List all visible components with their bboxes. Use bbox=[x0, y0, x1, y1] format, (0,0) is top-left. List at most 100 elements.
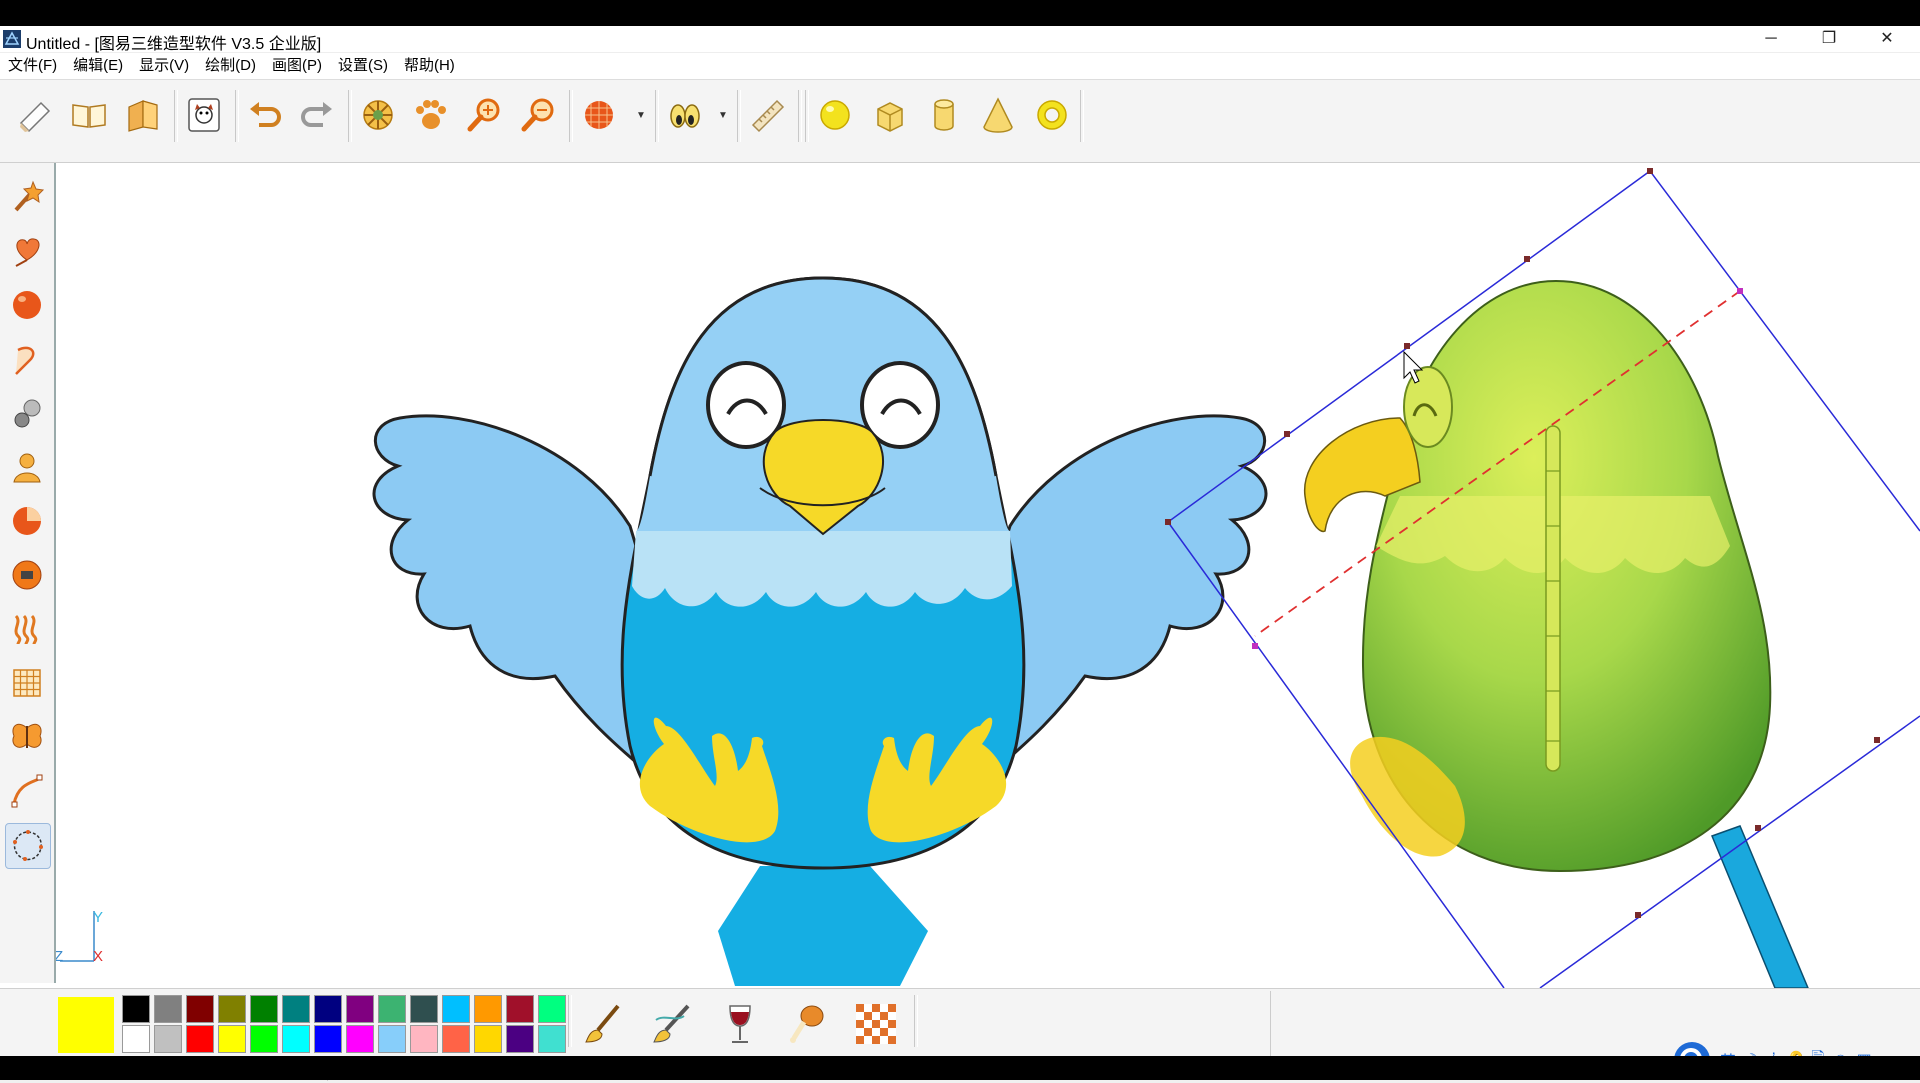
color-swatch[interactable] bbox=[442, 995, 470, 1023]
viewport-canvas[interactable]: Y X Z bbox=[56, 163, 1920, 988]
color-swatch[interactable] bbox=[218, 1025, 246, 1053]
scene-svg: Y X Z bbox=[56, 168, 1920, 988]
color-swatch[interactable] bbox=[506, 1025, 534, 1053]
color-swatch[interactable] bbox=[346, 1025, 374, 1053]
right-wing bbox=[978, 414, 1268, 770]
butterfly-tool-icon[interactable] bbox=[5, 715, 49, 759]
color-swatch[interactable] bbox=[122, 1025, 150, 1053]
menu-edit[interactable]: 编辑(E) bbox=[65, 53, 131, 79]
color-swatch[interactable] bbox=[378, 1025, 406, 1053]
axis-y-label: Y bbox=[93, 909, 103, 926]
shading-dropdown-icon[interactable]: ▼ bbox=[636, 110, 646, 121]
bird-2d-drawing bbox=[372, 276, 1268, 986]
left-wing bbox=[372, 414, 662, 770]
paint-brush-icon[interactable] bbox=[642, 995, 702, 1053]
color-swatch[interactable] bbox=[154, 1025, 182, 1053]
axis-x-label: X bbox=[93, 948, 103, 965]
model-center-spine bbox=[1545, 425, 1561, 772]
curve-tool-icon[interactable] bbox=[5, 769, 49, 813]
window-title: Untitled - [图易三维造型软件 V3.5 企业版] bbox=[26, 36, 322, 53]
menu-paint[interactable]: 画图(P) bbox=[264, 53, 330, 79]
checker-texture-icon[interactable] bbox=[846, 995, 906, 1053]
sphere-tool-icon[interactable] bbox=[5, 283, 49, 327]
undo-icon[interactable] bbox=[242, 92, 288, 138]
outline-deform-tool-icon[interactable] bbox=[5, 823, 51, 869]
screen-top-edge bbox=[0, 0, 1920, 26]
extrude-tool-icon[interactable] bbox=[5, 391, 49, 435]
minimize-button[interactable]: ─ bbox=[1742, 26, 1800, 52]
pie-tool-icon[interactable] bbox=[5, 499, 49, 543]
pan-paw-icon[interactable] bbox=[408, 92, 454, 138]
heart-balloon-icon[interactable] bbox=[5, 229, 49, 273]
eyes-dropdown-icon[interactable]: ▼ bbox=[718, 110, 728, 121]
color-swatch[interactable] bbox=[538, 1025, 566, 1053]
menu-file[interactable]: 文件(F) bbox=[0, 53, 65, 79]
bird-3d-model[interactable] bbox=[1165, 168, 1920, 988]
color-swatch[interactable] bbox=[314, 1025, 342, 1053]
color-swatch[interactable] bbox=[218, 995, 246, 1023]
figure-tool-icon[interactable] bbox=[5, 445, 49, 489]
screen-bottom-edge bbox=[0, 1056, 1920, 1080]
grid-tool-icon[interactable] bbox=[5, 661, 49, 705]
color-swatch[interactable] bbox=[378, 995, 406, 1023]
disc-tool-icon[interactable] bbox=[5, 553, 49, 597]
drumstick-icon[interactable] bbox=[778, 995, 838, 1053]
close-button[interactable]: ✕ bbox=[1858, 26, 1916, 52]
lathe-tool-icon[interactable] bbox=[5, 337, 49, 381]
title-bar: Untitled - [图易三维造型软件 V3.5 企业版] ─ ❐ ✕ bbox=[0, 26, 1920, 53]
new-file-icon[interactable] bbox=[12, 92, 58, 138]
eyes-view-icon[interactable] bbox=[662, 92, 708, 138]
color-swatch[interactable] bbox=[282, 1025, 310, 1053]
wave-tool-icon[interactable] bbox=[5, 607, 49, 651]
shading-sphere-icon[interactable] bbox=[576, 92, 622, 138]
color-swatch[interactable] bbox=[474, 1025, 502, 1053]
cube-primitive-icon[interactable] bbox=[867, 92, 913, 138]
dog-avatar-icon[interactable] bbox=[181, 92, 227, 138]
zoom-in-icon[interactable] bbox=[461, 92, 507, 138]
color-swatch[interactable] bbox=[314, 995, 342, 1023]
sphere-primitive-icon[interactable] bbox=[812, 92, 858, 138]
color-swatch[interactable] bbox=[186, 995, 214, 1023]
bird-collar bbox=[632, 531, 1012, 607]
magic-wand-icon[interactable] bbox=[5, 175, 49, 219]
menu-help[interactable]: 帮助(H) bbox=[396, 53, 463, 79]
current-color-swatch[interactable] bbox=[58, 997, 114, 1053]
bird-tail bbox=[718, 866, 928, 986]
menu-bar: 文件(F) 编辑(E) 显示(V) 绘制(D) 画图(P) 设置(S) 帮助(H) bbox=[0, 53, 1920, 80]
color-swatch[interactable] bbox=[250, 1025, 278, 1053]
brush-icon[interactable] bbox=[574, 995, 634, 1053]
color-swatch[interactable] bbox=[506, 995, 534, 1023]
rotate-view-icon[interactable] bbox=[355, 92, 401, 138]
cone-primitive-icon[interactable] bbox=[975, 92, 1021, 138]
color-swatch[interactable] bbox=[122, 995, 150, 1023]
color-swatch[interactable] bbox=[186, 1025, 214, 1053]
color-swatch[interactable] bbox=[538, 995, 566, 1023]
restore-button[interactable]: ❐ bbox=[1800, 26, 1858, 52]
menu-settings[interactable]: 设置(S) bbox=[330, 53, 396, 79]
color-swatch[interactable] bbox=[410, 995, 438, 1023]
axis-z-label: Z bbox=[56, 948, 63, 965]
main-toolbar: ▼ ▼ bbox=[0, 80, 1920, 163]
color-swatch[interactable] bbox=[410, 1025, 438, 1053]
open-book-icon[interactable] bbox=[66, 92, 112, 138]
color-swatch[interactable] bbox=[346, 995, 374, 1023]
menu-draw[interactable]: 绘制(D) bbox=[197, 53, 264, 79]
color-swatch[interactable] bbox=[250, 995, 278, 1023]
app-window: Untitled - [图易三维造型软件 V3.5 企业版] ─ ❐ ✕ 文件(… bbox=[0, 26, 1920, 1083]
wine-glass-icon[interactable] bbox=[710, 995, 770, 1053]
axis-indicator: Y X Z bbox=[56, 909, 103, 965]
redo-icon[interactable] bbox=[294, 92, 340, 138]
menu-view[interactable]: 显示(V) bbox=[131, 53, 197, 79]
zoom-out-icon[interactable] bbox=[515, 92, 561, 138]
color-swatch[interactable] bbox=[282, 995, 310, 1023]
open-folder-icon[interactable] bbox=[120, 92, 166, 138]
color-swatch[interactable] bbox=[442, 1025, 470, 1053]
torus-primitive-icon[interactable] bbox=[1029, 92, 1075, 138]
cylinder-primitive-icon[interactable] bbox=[921, 92, 967, 138]
color-swatch[interactable] bbox=[474, 995, 502, 1023]
app-logo-icon bbox=[3, 30, 21, 48]
ruler-icon[interactable] bbox=[744, 92, 790, 138]
color-swatch[interactable] bbox=[154, 995, 182, 1023]
bottom-divider bbox=[1270, 991, 1273, 1057]
left-toolbar bbox=[0, 163, 56, 983]
